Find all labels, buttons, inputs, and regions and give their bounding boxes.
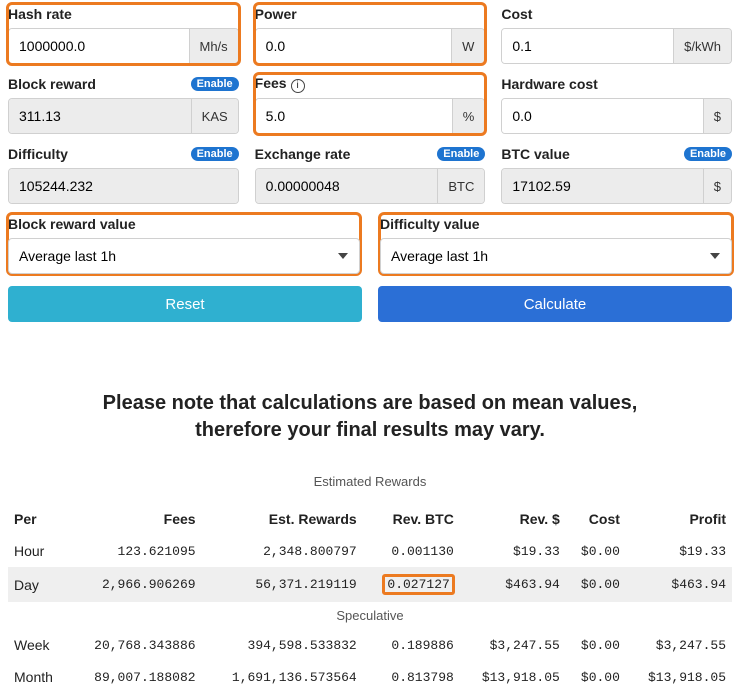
reset-button[interactable]: Reset <box>8 286 362 322</box>
exchangerate-unit[interactable]: BTC <box>437 169 484 203</box>
fees-unit: % <box>452 99 485 133</box>
blockreward-enable-badge[interactable]: Enable <box>191 77 239 91</box>
th-rusd: Rev. $ <box>460 503 566 535</box>
exchangerate-input[interactable] <box>256 169 438 203</box>
blockreward-field: Block reward Enable KAS <box>8 74 239 134</box>
rewards-table: Per Fees Est. Rewards Rev. BTC Rev. $ Co… <box>8 503 732 693</box>
power-input[interactable] <box>256 29 451 63</box>
cost-label: Cost <box>501 6 532 22</box>
day-revbtc-highlight: 0.027127 <box>383 575 453 594</box>
table-header: Per Fees Est. Rewards Rev. BTC Rev. $ Co… <box>8 503 732 535</box>
power-unit: W <box>451 29 484 63</box>
hardware-input[interactable] <box>502 99 702 133</box>
blockreward-label: Block reward <box>8 76 96 92</box>
cost-unit: $/kWh <box>673 29 731 63</box>
difficultyvalue-select[interactable]: Average last 1h <box>380 238 732 274</box>
th-per: Per <box>8 503 68 535</box>
power-field: Power W <box>255 4 486 64</box>
hardware-label: Hardware cost <box>501 76 597 92</box>
power-label: Power <box>255 6 297 22</box>
hashrate-input[interactable] <box>9 29 189 63</box>
table-title: Estimated Rewards <box>8 474 732 489</box>
table-row: Hour 123.621095 2,348.800797 0.001130 $1… <box>8 535 732 567</box>
note-text: Please note that calculations are based … <box>8 390 732 444</box>
fees-input[interactable] <box>256 99 452 133</box>
exchangerate-enable-badge[interactable]: Enable <box>437 147 485 161</box>
blockreward-unit[interactable]: KAS <box>191 99 238 133</box>
speculative-divider: Speculative <box>8 602 732 629</box>
fees-field: Feesi % <box>255 74 486 134</box>
hashrate-label: Hash rate <box>8 6 72 22</box>
difficulty-label: Difficulty <box>8 146 68 162</box>
difficultyvalue-label: Difficulty value <box>380 216 480 232</box>
blockreward-input[interactable] <box>9 99 191 133</box>
difficulty-enable-badge[interactable]: Enable <box>191 147 239 161</box>
btcvalue-label: BTC value <box>501 146 569 162</box>
hashrate-field: Hash rate Mh/s <box>8 4 239 64</box>
blockrewardvalue-select[interactable]: Average last 1h <box>8 238 360 274</box>
difficulty-field: Difficulty Enable <box>8 144 239 204</box>
th-fees: Fees <box>68 503 202 535</box>
table-row: Month 89,007.188082 1,691,136.573564 0.8… <box>8 661 732 693</box>
difficultyvalue-field: Difficulty value Average last 1h <box>380 214 732 274</box>
blockrewardvalue-field: Block reward value Average last 1h <box>8 214 360 274</box>
hashrate-unit[interactable]: Mh/s <box>189 29 238 63</box>
table-row: Day 2,966.906269 56,371.219119 0.027127 … <box>8 567 732 602</box>
btcvalue-unit: $ <box>703 169 731 203</box>
th-cost: Cost <box>566 503 626 535</box>
th-profit: Profit <box>626 503 732 535</box>
exchangerate-field: Exchange rate Enable BTC <box>255 144 486 204</box>
calculate-button[interactable]: Calculate <box>378 286 732 322</box>
btcvalue-enable-badge[interactable]: Enable <box>684 147 732 161</box>
cost-input[interactable] <box>502 29 673 63</box>
table-row: Week 20,768.343886 394,598.533832 0.1898… <box>8 629 732 661</box>
cost-field: Cost $/kWh <box>501 4 732 64</box>
difficulty-input[interactable] <box>9 169 238 203</box>
th-rbtc: Rev. BTC <box>363 503 460 535</box>
blockrewardvalue-label: Block reward value <box>8 216 136 232</box>
info-icon[interactable]: i <box>291 79 305 93</box>
exchangerate-label: Exchange rate <box>255 146 351 162</box>
fees-label: Feesi <box>255 75 305 93</box>
btcvalue-input[interactable] <box>502 169 702 203</box>
hardware-unit: $ <box>703 99 731 133</box>
hardware-field: Hardware cost $ <box>501 74 732 134</box>
btcvalue-field: BTC value Enable $ <box>501 144 732 204</box>
th-est: Est. Rewards <box>202 503 363 535</box>
